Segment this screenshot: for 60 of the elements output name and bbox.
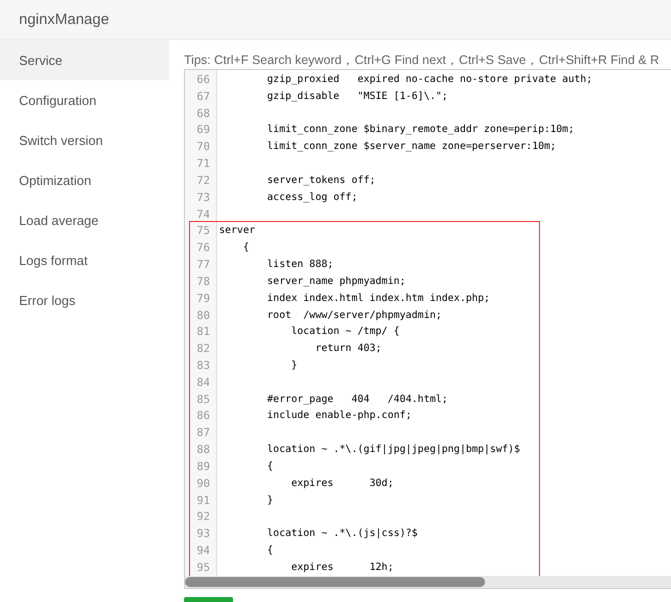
line-number: 82 [196,342,210,356]
sidebar-item[interactable]: Service [0,40,169,80]
code-line: location ~ /tmp/ { [290,326,400,338]
code-line: listen 888; [266,259,334,270]
line-number: 71 [196,157,210,170]
code-line: return 403; [314,343,382,354]
app-title: nginxManage [19,11,110,28]
code-line: expires 12h; [290,562,394,573]
line-number: 90 [196,476,210,490]
line-number: 79 [196,292,210,305]
code-line: } [290,360,298,371]
line-number: 75 [196,224,210,238]
code-line: expires 30d; [290,478,394,489]
line-number: 87 [196,426,210,440]
code-line: limit_conn_zone $binary_remote_addr zone=perip:10m; [266,124,574,136]
line-number: 80 [196,308,210,322]
line-number: 92 [196,510,210,524]
code-line: gzip_disable "MSIE [1-6]\."; [266,90,448,102]
line-number: 67 [196,90,210,103]
line-number: 77 [196,258,210,272]
line-number: 68 [196,106,210,120]
code-line: location ~ .*\.(gif|jpg|jpeg|png|bmp|swf)$ [266,444,520,456]
horizontal-scrollbar[interactable] [185,576,671,588]
code-line: access_log off; [266,192,358,203]
line-number: 83 [196,358,210,372]
line-number: 94 [196,544,210,558]
line-number: 81 [196,325,210,338]
line-number: 85 [196,392,210,406]
code-line: limit_conn_zone $server_name zone=perserver:10m; [266,141,556,152]
line-number: 73 [196,190,210,204]
tips-text: Tips: Ctrl+F Search keyword，Ctrl+G Find next，Ctrl+S Save，Ctrl+Shift+R Find & R [184,52,660,69]
code-line: { [242,242,250,254]
code-line: root /www/server/phpmyadmin; [266,310,442,320]
code-line: include enable-php.conf; [266,410,412,422]
code-line: server_tokens off; [266,174,376,186]
line-number: 89 [196,460,210,473]
code-editor[interactable] [184,69,671,589]
line-number: 76 [196,241,210,254]
line-number: 95 [196,560,210,574]
line-number: 74 [196,208,210,221]
line-number: 78 [196,274,210,288]
code-line: } [266,494,274,506]
code-line: gzip_proxied expired no-cache no-store private auth; [266,74,592,85]
code-line: #error_page 404 /404.html; [266,394,448,405]
code-line: { [266,460,274,472]
code-line: server_name phpmyadmin; [266,276,406,287]
code-line: location ~ .*\.(js|css)?$ [266,528,418,540]
code-line: index index.html index.htm index.php; [266,292,490,304]
line-number: 84 [196,376,210,389]
line-number: 88 [196,443,210,456]
code-line: { [266,545,274,556]
scrollbar-thumb[interactable] [185,577,485,587]
line-number: 69 [196,123,210,136]
line-number: 66 [196,72,210,86]
line-number: 86 [196,409,210,422]
line-number: 72 [196,174,210,187]
line-number: 91 [196,494,210,507]
line-number: 93 [196,527,210,540]
code-line: server [219,225,256,236]
line-number: 70 [196,140,210,154]
